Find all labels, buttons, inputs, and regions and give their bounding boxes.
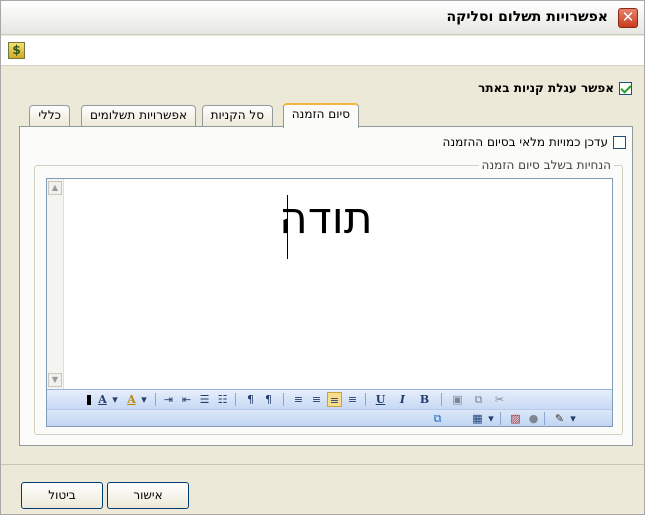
editor-text: תודה [279, 193, 373, 244]
ltr-direction-icon[interactable]: ¶ [243, 392, 258, 407]
indent-icon[interactable]: ⇥ [161, 392, 176, 407]
rtl-direction-icon[interactable]: ¶ [261, 392, 276, 407]
instructions-legend: הנחיות בשלב סיום הזמנה [478, 158, 614, 172]
footer-divider [1, 464, 644, 465]
toolbar-separator [283, 393, 284, 406]
close-button[interactable]: ✕ [618, 8, 638, 28]
update-stock-checkbox[interactable] [613, 135, 626, 149]
color-swatch-icon [87, 395, 91, 405]
bold-icon[interactable]: B [417, 392, 432, 407]
align-center-icon[interactable]: ≡ [327, 392, 342, 407]
update-stock-option: עדכן כמויות מלאי בסיום ההזמנה [442, 135, 626, 149]
toolbar-separator [365, 393, 366, 406]
insert-table-dropdown-icon[interactable]: ▾ [486, 411, 496, 426]
bulleted-list-icon[interactable]: ☰ [197, 392, 212, 407]
editor-scrollbar[interactable]: ▲ ▼ [47, 179, 64, 389]
outdent-icon[interactable]: ⇤ [179, 392, 194, 407]
toolbar-separator [155, 393, 156, 406]
editor-content-area[interactable]: תודה [65, 179, 612, 389]
scroll-up-icon[interactable]: ▲ [48, 181, 62, 195]
insert-image-icon[interactable]: ▨ [508, 411, 523, 426]
ok-button[interactable]: אישור [107, 482, 189, 509]
enable-cart-label: אפשר עגלת קניות באתר [478, 81, 614, 95]
italic-icon[interactable]: I [395, 392, 410, 407]
update-stock-label: עדכן כמויות מלאי בסיום ההזמנה [442, 135, 609, 149]
tab-strip: סיום הזמנה סל הקניות אפשרויות תשלומים כל… [19, 103, 359, 128]
copy-icon[interactable]: ⧉ [471, 392, 486, 407]
numbered-list-icon[interactable]: ☷ [215, 392, 230, 407]
highlight-dropdown-icon[interactable]: ▾ [139, 392, 149, 407]
paste-icon[interactable]: ▣ [450, 392, 465, 407]
enable-cart-checkbox[interactable] [619, 81, 632, 95]
toolstrip: $ [1, 36, 644, 66]
format-painter-icon[interactable]: ✎ [552, 411, 567, 426]
font-color-dropdown-icon[interactable]: ▾ [110, 392, 120, 407]
insert-table-icon[interactable]: ▦ [470, 411, 485, 426]
tab-shopping-cart[interactable]: סל הקניות [201, 105, 273, 126]
enable-cart-option: אפשר עגלת קניות באתר [478, 81, 632, 95]
editor-toolbar-insert: ⧉ ▦ ▾ ▨ ● ✎ ▾ [47, 409, 612, 426]
cancel-button[interactable]: ביטול [21, 482, 103, 509]
insert-media-icon[interactable]: ● [526, 411, 541, 426]
title-bar: אפשרויות תשלום וסליקה ✕ [1, 1, 644, 35]
payment-options-dialog: אפשרויות תשלום וסליקה ✕ $ אפשר עגלת קניו… [0, 0, 645, 515]
insert-link-icon[interactable]: ⧉ [430, 411, 445, 426]
format-painter-dropdown-icon[interactable]: ▾ [568, 411, 578, 426]
align-left-icon[interactable]: ≡ [345, 392, 360, 407]
text-caret [287, 195, 288, 259]
justify-icon[interactable]: ≡ [291, 392, 306, 407]
order-end-panel: עדכן כמויות מלאי בסיום ההזמנה הנחיות בשל… [19, 126, 633, 446]
align-right-icon[interactable]: ≡ [309, 392, 324, 407]
underline-icon[interactable]: U [373, 392, 388, 407]
cut-icon[interactable]: ✂ [492, 392, 507, 407]
editor-toolbar-formatting: A ▾ A ▾ ⇥ ⇤ ☰ ☷ ¶ ¶ ≡ ≡ ≡ ≡ U I B ▣ ⧉ ✂ [47, 389, 612, 409]
instructions-group: הנחיות בשלב סיום הזמנה ▲ ▼ תודה A ▾ A ▾ [34, 158, 623, 435]
window-title: אפשרויות תשלום וסליקה [446, 9, 608, 25]
tab-order-end[interactable]: סיום הזמנה [282, 103, 359, 128]
tab-payment-options[interactable]: אפשרויות תשלומים [81, 105, 196, 126]
font-color-icon[interactable]: A [95, 392, 110, 407]
toolbar-separator [544, 412, 545, 425]
scroll-down-icon[interactable]: ▼ [48, 373, 62, 387]
highlight-color-icon[interactable]: A [124, 392, 139, 407]
toolbar-separator [441, 393, 442, 406]
toolbar-separator [235, 393, 236, 406]
dollar-page-icon[interactable]: $ [8, 42, 25, 59]
tab-general[interactable]: כללי [29, 105, 70, 126]
rich-text-editor: ▲ ▼ תודה A ▾ A ▾ ⇥ ⇤ ☰ ☷ ¶ ¶ ≡ ≡ ≡ ≡ U I… [46, 178, 613, 427]
toolbar-separator [500, 412, 501, 425]
